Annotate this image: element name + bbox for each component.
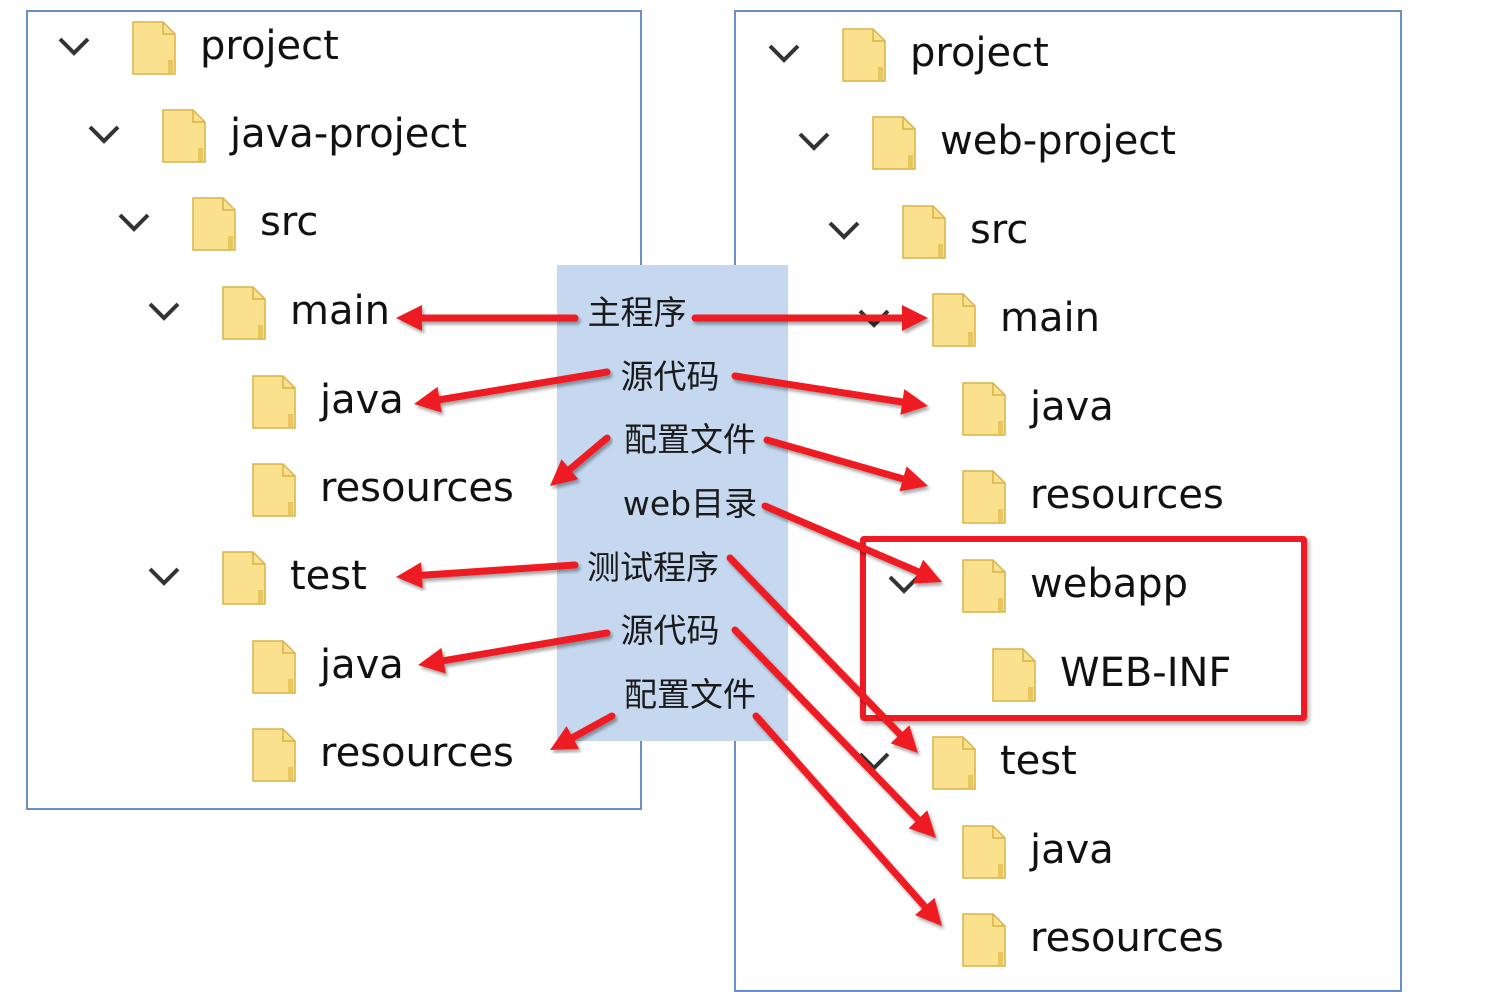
mapping-arrow [550, 712, 616, 750]
group-label: 配置文件 [624, 675, 756, 714]
group-label: 源代码 [620, 611, 720, 650]
group-label: 主程序 [587, 293, 687, 332]
group-label: 源代码 [620, 357, 720, 396]
mapping-arrow [761, 502, 942, 584]
group-label: web目录 [622, 484, 758, 523]
mapping-arrow [418, 629, 611, 674]
mapping-arrow [763, 436, 928, 492]
mapping-arrow [396, 561, 579, 589]
mapping-arrow [414, 368, 611, 413]
mapping-arrow [396, 305, 579, 331]
mapping-arrow [731, 372, 928, 415]
group-label: 测试程序 [587, 548, 719, 587]
mapping-arrow [550, 434, 611, 486]
mapping-arrow [691, 305, 928, 331]
group-label: 配置文件 [624, 420, 756, 459]
